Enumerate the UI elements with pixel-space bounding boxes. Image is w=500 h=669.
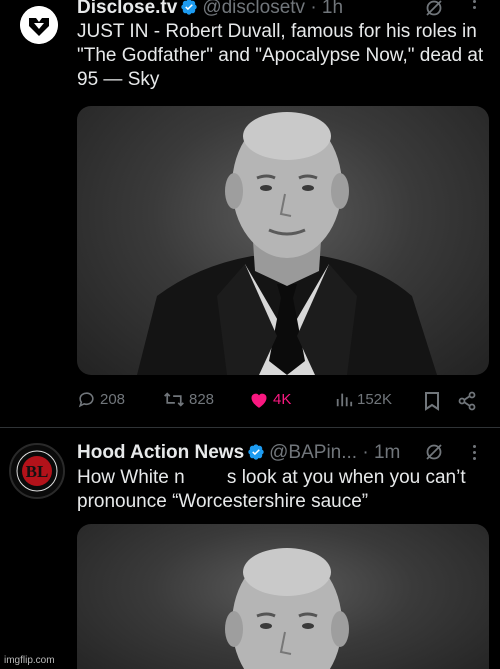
- views-button[interactable]: 152K: [335, 390, 392, 408]
- tweet-text: How White n s look at you when you can’t…: [77, 467, 471, 512]
- author-name[interactable]: Disclose.tv: [77, 0, 177, 18]
- tweet1-header: Disclose.tv @disclosetv · 1h: [77, 0, 343, 20]
- portrait-image: [225, 548, 349, 669]
- like-button[interactable]: 4K: [249, 390, 291, 409]
- hoodactionnews-avatar[interactable]: BL: [9, 443, 65, 499]
- tweet-hoodactionnews[interactable]: BL Hood Action News @BAPin... · 1m How Wh…: [0, 428, 500, 669]
- tweet-actions: 208 828 4K 152K: [77, 390, 497, 414]
- reply-button[interactable]: 208: [77, 390, 125, 409]
- tweet-photo[interactable]: [77, 106, 489, 375]
- like-count: 4K: [273, 391, 292, 408]
- portrait-image: [137, 112, 437, 375]
- tweet-time[interactable]: · 1m: [362, 442, 400, 463]
- tweet-photo[interactable]: [77, 524, 489, 669]
- more-options-icon[interactable]: [473, 445, 477, 460]
- tweet-disclosetv[interactable]: Disclose.tv @disclosetv · 1h JUST IN - Ro…: [0, 0, 500, 420]
- heart-icon: [251, 393, 267, 408]
- repost-icon: [164, 392, 184, 407]
- view-count: 152K: [357, 390, 393, 408]
- imgflip-watermark: imgflip.com: [4, 655, 55, 666]
- tweet-time[interactable]: · 1h: [310, 0, 343, 18]
- bookmark-icon[interactable]: [424, 391, 440, 411]
- disclosetv-logo-icon: [20, 6, 58, 44]
- verified-badge-icon: [181, 0, 198, 15]
- disclosetv-avatar[interactable]: [20, 6, 58, 44]
- reply-icon: [78, 392, 94, 408]
- author-handle[interactable]: @disclosetv: [202, 0, 305, 18]
- verified-badge-icon: [248, 444, 264, 460]
- more-options-icon[interactable]: [473, 0, 477, 9]
- grok-icon[interactable]: [424, 442, 444, 462]
- tweet-text: JUST IN - Robert Duvall, famous for his …: [77, 21, 484, 90]
- hoodactionnews-logo-icon: BL: [11, 445, 63, 497]
- avatar-letters: BL: [26, 462, 49, 481]
- share-icon[interactable]: [457, 391, 477, 411]
- views-icon: [336, 393, 353, 407]
- author-handle[interactable]: @BAPin...: [269, 442, 357, 463]
- repost-button[interactable]: 828: [163, 390, 214, 409]
- reply-count: 208: [100, 391, 126, 408]
- tweet2-header: Hood Action News @BAPin... · 1m: [77, 441, 400, 465]
- author-name[interactable]: Hood Action News: [77, 442, 244, 463]
- repost-count: 828: [189, 391, 215, 408]
- grok-icon[interactable]: [424, 0, 444, 18]
